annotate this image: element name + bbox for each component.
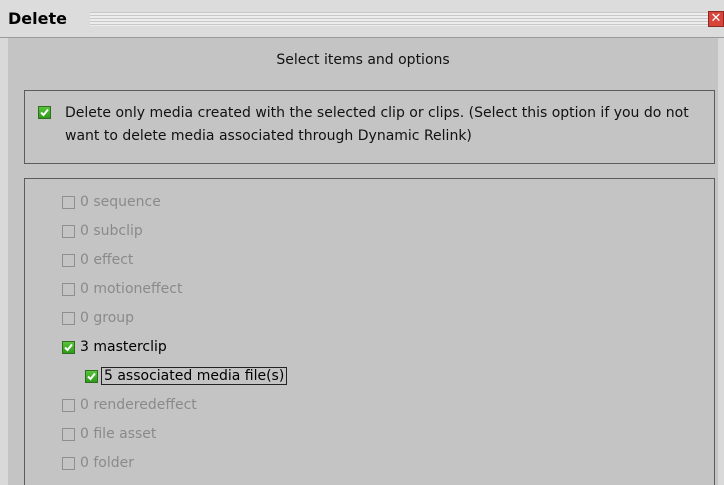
- item-label: 0 motioneffect: [80, 281, 183, 297]
- section-heading: Select items and options: [276, 52, 450, 68]
- checkmark-icon: [87, 372, 96, 380]
- list-item: 0 sequence: [62, 192, 161, 212]
- title-bar[interactable]: Delete ✕: [0, 0, 724, 38]
- item-label: 0 renderedeffect: [80, 397, 197, 413]
- item-checkbox: [62, 311, 75, 325]
- item-label: 5 associated media file(s): [101, 367, 288, 385]
- item-label: 0 subclip: [80, 223, 143, 239]
- item-checkbox[interactable]: [85, 369, 98, 383]
- item-label: 0 file asset: [80, 426, 157, 442]
- list-item: 0 subclip: [62, 221, 143, 241]
- window-frame-right: [718, 38, 724, 485]
- item-checkbox: [62, 195, 75, 209]
- delete-option-label: Delete only media created with the selec…: [65, 105, 689, 144]
- list-item: 0 file asset: [62, 424, 156, 444]
- item-label: 0 sequence: [80, 194, 161, 210]
- item-checkbox: [62, 253, 75, 267]
- item-checkbox: [62, 224, 75, 238]
- list-item: 0 folder: [62, 453, 134, 473]
- list-item[interactable]: 3 masterclip: [62, 337, 167, 357]
- item-label: 3 masterclip: [80, 339, 167, 355]
- item-checkbox: [62, 427, 75, 441]
- item-label: 0 effect: [80, 252, 134, 268]
- item-checkbox: [62, 398, 75, 412]
- list-item: 0 motioneffect: [62, 279, 182, 299]
- list-item[interactable]: 5 associated media file(s): [85, 366, 288, 386]
- item-label: 0 group: [80, 310, 135, 326]
- list-item: 0 group: [62, 308, 134, 328]
- item-checkbox: [62, 456, 75, 470]
- window-frame-left: [0, 38, 8, 485]
- checkmark-icon: [64, 343, 73, 351]
- title-bar-grip: [90, 12, 716, 26]
- list-item: 0 renderedeffect: [62, 395, 197, 415]
- checkmark-icon: [40, 108, 49, 117]
- delete-dialog: Delete ✕ Select items and options Delete…: [0, 0, 724, 485]
- list-item: 0 effect: [62, 250, 133, 270]
- delete-option-group: Delete only media created with the selec…: [24, 90, 715, 164]
- close-icon[interactable]: ✕: [708, 11, 724, 27]
- delete-only-created-media-checkbox[interactable]: [38, 106, 51, 119]
- item-list: 0 sequence 0 subclip 0 effect 0 motioneffec…: [24, 178, 715, 485]
- item-checkbox: [62, 282, 75, 296]
- item-checkbox[interactable]: [62, 340, 75, 354]
- item-label: 0 folder: [80, 455, 134, 471]
- dialog-title: Delete: [8, 9, 75, 28]
